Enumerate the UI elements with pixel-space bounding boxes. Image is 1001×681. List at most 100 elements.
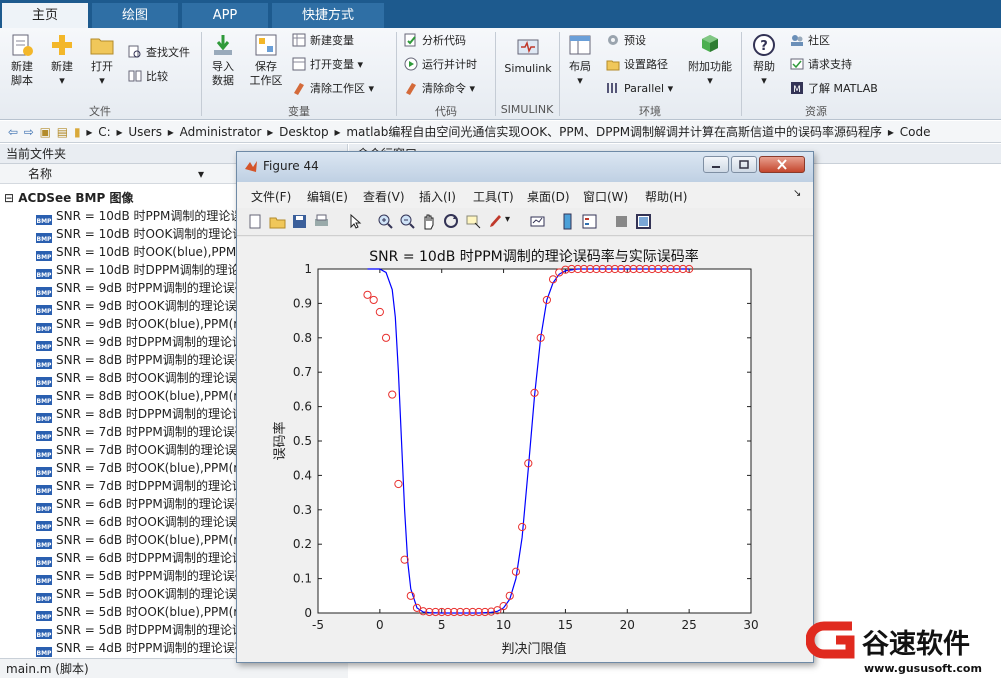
new-script-button[interactable]: 新建 脚本 [4,32,40,88]
clear-commands-button[interactable]: 清除命令 ▾ [404,80,475,98]
breadcrumb-item[interactable]: Users [128,121,162,142]
zoom-out-icon[interactable] [399,213,416,230]
list-item[interactable]: BMP SNR = 6dB 时OOK调制的理论误码率与实际误码率 [36,513,238,531]
parallel-button[interactable]: Parallel ▾ [606,80,673,98]
list-item[interactable]: BMP SNR = 4dB 时PPM调制的理论误码率与实际误码率 [36,639,238,657]
show-plot-tools-icon[interactable] [635,213,652,230]
list-item[interactable]: BMP SNR = 7dB 时DPPM调制的理论误码率与实际误码率 [36,477,238,495]
new-button[interactable]: 新建 ▾ [46,32,78,88]
run-and-time-button[interactable]: 运行并计时 [404,56,477,74]
open-variable-button[interactable]: 打开变量 ▾ [292,56,363,74]
list-item[interactable]: BMP SNR = 9dB 时DPPM调制的理论误码率与实际误码率 [36,333,238,351]
list-item[interactable]: BMP SNR = 5dB 时OOK调制的理论误码率与实际误码率 [36,585,238,603]
add-ons-button[interactable]: 附加功能 ▾ [686,32,734,88]
list-item[interactable]: BMP SNR = 9dB 时OOK(blue),PPM(red) [36,315,238,333]
list-item[interactable]: BMP SNR = 7dB 时OOK调制的理论误码率与实际误码率 [36,441,238,459]
help-button[interactable]: ? 帮助 ▾ [746,32,782,88]
legend-icon[interactable] [581,213,598,230]
up-folder-icon[interactable]: ▣ [40,121,51,142]
list-item[interactable]: BMP SNR = 9dB 时PPM调制的理论误码率与实际误码率 [36,279,238,297]
address-bar[interactable]: ⇦ ⇨ ▣ ▤ ▮ ▸ C: ▸ Users ▸ Administrator ▸… [0,121,1001,143]
browse-folder-icon[interactable]: ▤ [57,121,68,142]
colorbar-icon[interactable] [559,213,576,230]
breadcrumb-item[interactable]: C: [98,121,110,142]
tab-apps[interactable]: APP [182,3,268,28]
open-file-icon[interactable] [269,213,286,230]
learn-matlab-button[interactable]: M 了解 MATLAB [790,80,878,98]
name-column-header[interactable]: 名称 ▾ [0,164,238,184]
breadcrumb-item[interactable]: Code [900,121,931,142]
list-item[interactable]: BMP SNR = 10dB 时OOK调制的理论误码率与实际误码率 [36,225,238,243]
parallel-arrow[interactable]: ▾ [668,82,674,95]
pan-hand-icon[interactable] [421,213,438,230]
forward-arrow-icon[interactable]: ⇨ [24,121,34,142]
list-item[interactable]: BMP SNR = 5dB 时OOK(blue),PPM(red) [36,603,238,621]
preferences-button[interactable]: 预设 [606,32,646,50]
file-group-header[interactable]: ⊟ ACDSee BMP 图像 [4,189,133,206]
find-files-button[interactable]: 查找文件 [128,44,190,62]
list-item[interactable]: BMP SNR = 10dB 时PPM调制的理论误码率与实际误码率 [36,207,238,225]
close-button[interactable] [759,156,805,173]
tab-plots[interactable]: 绘图 [92,3,178,28]
menu-desktop[interactable]: 桌面(D) [527,188,570,205]
pointer-icon[interactable] [347,213,364,230]
add-ons-dropdown-arrow[interactable]: ▾ [707,74,713,87]
clear-commands-arrow[interactable]: ▾ [470,82,476,95]
simulink-button[interactable]: Simulink [500,34,556,76]
layout-dropdown-arrow[interactable]: ▾ [577,74,583,87]
menu-window[interactable]: 窗口(W) [583,188,628,205]
brush-icon[interactable] [487,213,504,230]
dock-arrow-icon[interactable]: ↘ [793,188,801,199]
save-icon[interactable] [291,213,308,230]
layout-button[interactable]: 布局 ▾ [564,32,596,88]
breadcrumb-item[interactable]: Desktop [279,121,329,142]
maximize-button[interactable] [731,156,757,173]
back-arrow-icon[interactable]: ⇦ [8,121,18,142]
compare-button[interactable]: 比较 [128,68,168,86]
list-item[interactable]: BMP SNR = 6dB 时PPM调制的理论误码率与实际误码率 [36,495,238,513]
list-item[interactable]: BMP SNR = 8dB 时OOK(blue),PPM(red) [36,387,238,405]
hide-plot-tools-icon[interactable] [613,213,630,230]
list-item[interactable]: BMP SNR = 10dB 时DPPM调制的理论误码率与实际误码率 [36,261,238,279]
tab-shortcuts[interactable]: 快捷方式 [272,3,384,28]
list-item[interactable]: BMP SNR = 8dB 时OOK调制的理论误码率与实际误码率 [36,369,238,387]
print-icon[interactable] [313,213,330,230]
list-item[interactable]: BMP SNR = 8dB 时DPPM调制的理论误码率与实际误码率 [36,405,238,423]
clear-workspace-button[interactable]: 清除工作区 ▾ [292,80,374,98]
figure-title-bar[interactable]: Figure 44 [237,152,813,182]
rotate-3d-icon[interactable] [443,213,460,230]
breadcrumb-item[interactable]: matlab编程自由空间光通信实现OOK、PPM、DPPM调制解调并计算在高斯信… [346,121,882,142]
list-item[interactable]: BMP SNR = 5dB 时DPPM调制的理论误码率与实际误码率 [36,621,238,639]
import-data-button[interactable]: 导入 数据 [206,32,240,88]
zoom-in-icon[interactable] [377,213,394,230]
link-plot-icon[interactable] [529,213,546,230]
clear-workspace-arrow[interactable]: ▾ [369,82,375,95]
tab-home[interactable]: 主页 [2,3,88,28]
save-workspace-button[interactable]: 保存 工作区 [246,32,286,88]
set-path-button[interactable]: 设置路径 [606,56,668,74]
data-cursor-icon[interactable] [465,213,482,230]
list-item[interactable]: BMP SNR = 9dB 时OOK调制的理论误码率与实际误码率 [36,297,238,315]
list-item[interactable]: BMP SNR = 6dB 时OOK(blue),PPM(red) [36,531,238,549]
analyze-code-button[interactable]: 分析代码 [404,32,466,50]
list-item[interactable]: BMP SNR = 7dB 时PPM调制的理论误码率与实际误码率 [36,423,238,441]
open-dropdown-arrow[interactable]: ▾ [99,74,105,87]
request-support-button[interactable]: 请求支持 [790,56,852,74]
community-button[interactable]: 社区 [790,32,830,50]
menu-file[interactable]: 文件(F) [251,188,291,205]
list-item[interactable]: BMP SNR = 6dB 时DPPM调制的理论误码率与实际误码率 [36,549,238,567]
menu-insert[interactable]: 插入(I) [419,188,456,205]
new-variable-button[interactable]: 新建变量 [292,32,354,50]
menu-help[interactable]: 帮助(H) [645,188,687,205]
open-variable-arrow[interactable]: ▾ [358,58,364,71]
open-button[interactable]: 打开 ▾ [86,32,118,88]
list-item[interactable]: BMP SNR = 7dB 时OOK(blue),PPM(red) [36,459,238,477]
menu-tools[interactable]: 工具(T) [473,188,514,205]
menu-edit[interactable]: 编辑(E) [307,188,348,205]
brush-dropdown-arrow[interactable]: ▾ [505,214,522,231]
list-item[interactable]: BMP SNR = 10dB 时OOK(blue),PPM(red) [36,243,238,261]
list-item[interactable]: BMP SNR = 5dB 时PPM调制的理论误码率与实际误码率 [36,567,238,585]
help-dropdown-arrow[interactable]: ▾ [761,74,767,87]
new-dropdown-arrow[interactable]: ▾ [59,74,65,87]
breadcrumb-item[interactable]: Administrator [180,121,262,142]
